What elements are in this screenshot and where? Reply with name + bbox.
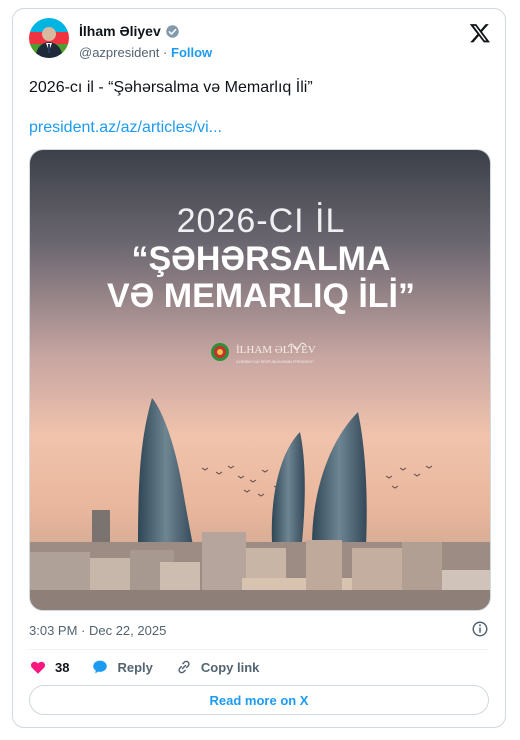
author-handle[interactable]: @azpresident xyxy=(79,45,159,60)
tweet-image[interactable]: 2026-CI İL “ŞƏHƏRSALMA VƏ MEMARLIQ İLİ” … xyxy=(29,149,491,611)
reply-label: Reply xyxy=(117,659,153,675)
link-icon xyxy=(178,660,190,674)
avatar[interactable] xyxy=(29,18,69,58)
tweet-link[interactable]: president.az/az/articles/vi... xyxy=(29,119,222,137)
handle-separator: · xyxy=(163,45,168,60)
logo-tagline: AZƏRBAYCAN RESPUBLİKASININ PREZİDENTİ xyxy=(236,359,314,364)
copy-link-label: Copy link xyxy=(200,659,260,675)
image-title-line3: VƏ MEMARLIQ İLİ” xyxy=(107,277,415,315)
tweet-text: 2026-cı il - “Şəhərsalma və Memarlıq İli… xyxy=(29,79,313,96)
reply-bubble-icon xyxy=(93,660,108,674)
logo-name: İLHAM ƏLİYEV xyxy=(236,344,316,356)
action-bar: 38 Reply Copy link xyxy=(29,657,281,677)
copy-link-button[interactable]: Copy link xyxy=(175,658,260,676)
x-logo-icon[interactable] xyxy=(469,22,491,44)
image-title-line2: “ŞƏHƏRSALMA xyxy=(131,240,390,278)
divider xyxy=(29,649,489,650)
author-name[interactable]: İlham Əliyev xyxy=(79,23,161,39)
emblem-icon xyxy=(211,343,229,361)
info-icon[interactable] xyxy=(471,620,489,638)
follow-button[interactable]: Follow xyxy=(171,45,212,60)
verified-badge-icon xyxy=(166,24,179,38)
tweet-timestamp[interactable]: 3:03 PM · Dec 22, 2025 xyxy=(29,623,166,638)
author-name-row[interactable]: İlham Əliyev xyxy=(79,23,180,39)
author-handle-row: @azpresident · Follow xyxy=(79,45,212,60)
like-button[interactable]: 38 xyxy=(29,658,69,676)
image-title-line1: 2026-CI İL xyxy=(177,202,346,240)
reply-button[interactable]: Reply xyxy=(91,658,153,676)
heart-icon xyxy=(30,661,46,674)
tweet-card: İlham Əliyev @azpresident · Follow 2026-… xyxy=(12,8,506,728)
read-more-button[interactable]: Read more on X xyxy=(29,685,489,715)
like-count: 38 xyxy=(55,659,70,675)
